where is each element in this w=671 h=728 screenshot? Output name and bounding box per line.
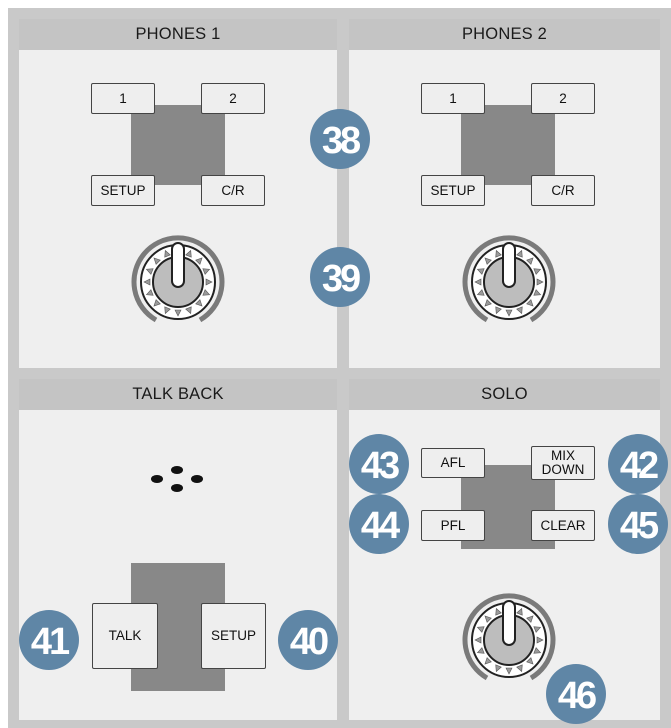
callout-38: 38 bbox=[310, 109, 370, 169]
svg-text:46: 46 bbox=[558, 675, 596, 717]
svg-text:41: 41 bbox=[31, 621, 70, 663]
phones-1-panel: PHONES 1 1 2 SETUP C/R bbox=[19, 19, 337, 368]
clear-button[interactable]: CLEAR bbox=[531, 510, 595, 541]
svg-text:45: 45 bbox=[620, 505, 659, 547]
phones-1-button-group bbox=[131, 105, 225, 185]
svg-text:42: 42 bbox=[620, 445, 658, 487]
callout-43: 43 bbox=[349, 434, 409, 494]
knob-icon bbox=[131, 235, 225, 323]
phones-2-title: PHONES 2 bbox=[349, 19, 660, 50]
afl-button[interactable]: AFL bbox=[421, 448, 485, 478]
phones-2-source-2-button[interactable]: 2 bbox=[531, 83, 595, 114]
callout-46: 46 bbox=[546, 664, 606, 724]
mix-down-button[interactable]: MIX DOWN bbox=[531, 446, 595, 480]
phones-2-setup-button[interactable]: SETUP bbox=[421, 175, 485, 206]
phones-1-level-knob[interactable] bbox=[128, 232, 228, 332]
knob-icon bbox=[462, 235, 556, 323]
phones-1-setup-button[interactable]: SETUP bbox=[91, 175, 155, 206]
svg-text:38: 38 bbox=[322, 120, 360, 162]
talkback-setup-button[interactable]: SETUP bbox=[201, 603, 266, 669]
talkback-title: TALK BACK bbox=[19, 379, 337, 410]
callout-41: 41 bbox=[19, 610, 79, 670]
callout-45: 45 bbox=[608, 494, 668, 554]
phones-1-cr-button[interactable]: C/R bbox=[201, 175, 265, 206]
pfl-button[interactable]: PFL bbox=[421, 510, 485, 541]
phones-2-panel: PHONES 2 1 2 SETUP C/R bbox=[349, 19, 660, 368]
svg-text:39: 39 bbox=[322, 258, 360, 300]
svg-text:43: 43 bbox=[361, 445, 399, 487]
phones-1-source-2-button[interactable]: 2 bbox=[201, 83, 265, 114]
svg-text:44: 44 bbox=[361, 505, 400, 547]
talk-button[interactable]: TALK bbox=[92, 603, 158, 669]
phones-2-button-group bbox=[461, 105, 555, 185]
callout-42: 42 bbox=[608, 434, 668, 494]
svg-text:40: 40 bbox=[290, 621, 328, 663]
phones-2-cr-button[interactable]: C/R bbox=[531, 175, 595, 206]
phones-2-source-1-button[interactable]: 1 bbox=[421, 83, 485, 114]
callout-40: 40 bbox=[278, 610, 338, 670]
talkback-mic-icon bbox=[149, 464, 205, 494]
phones-1-source-1-button[interactable]: 1 bbox=[91, 83, 155, 114]
phones-1-title: PHONES 1 bbox=[19, 19, 337, 50]
callout-44: 44 bbox=[349, 494, 409, 554]
callout-39: 39 bbox=[310, 247, 370, 307]
phones-2-level-knob[interactable] bbox=[459, 232, 559, 332]
solo-title: SOLO bbox=[349, 379, 660, 410]
